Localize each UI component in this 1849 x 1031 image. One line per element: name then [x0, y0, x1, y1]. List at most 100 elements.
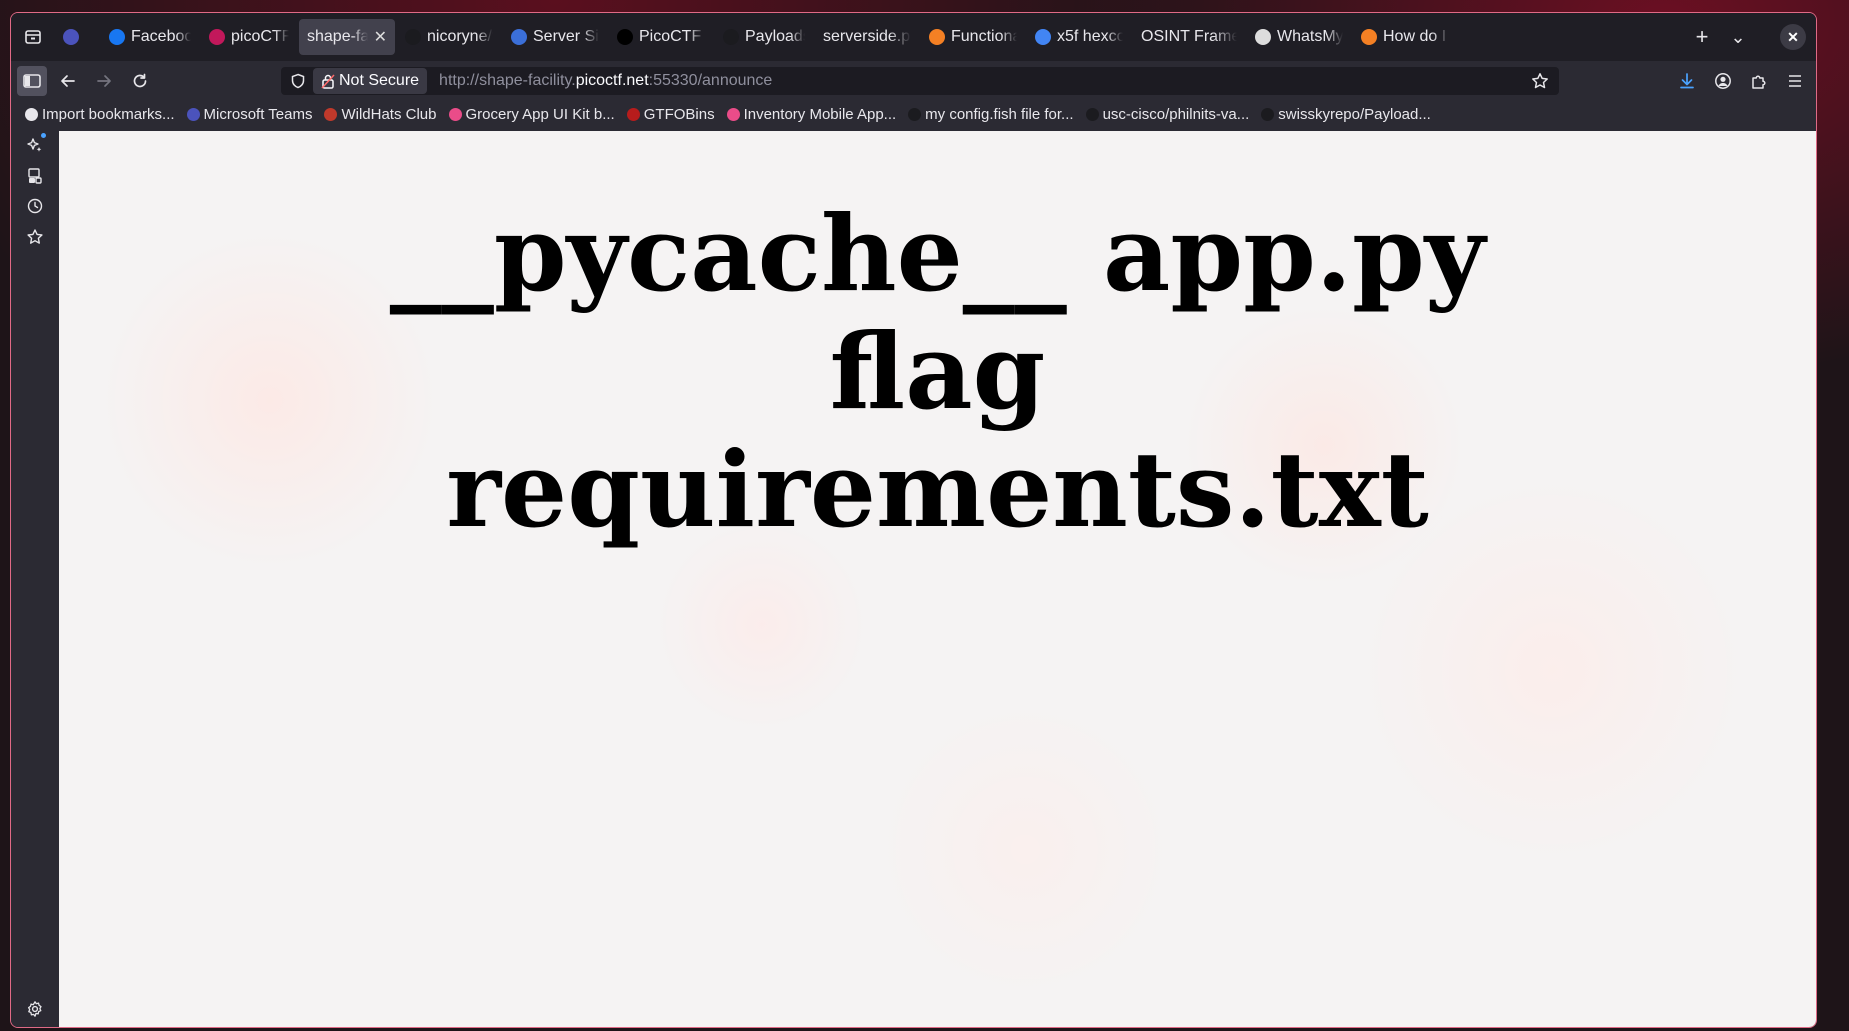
- bookmark-label: usc-cisco/philnits-va...: [1102, 105, 1250, 123]
- stackoverflow-icon: [929, 29, 945, 45]
- bookmark-label: Import bookmarks...: [42, 105, 175, 123]
- app-menu-button[interactable]: [1780, 66, 1810, 96]
- tab[interactable]: WhatsMyN: [1247, 19, 1351, 55]
- back-button[interactable]: [53, 66, 83, 96]
- new-tab-button[interactable]: +: [1684, 19, 1720, 55]
- url-prefix: http://shape-facility.: [439, 72, 576, 89]
- bookmark-item[interactable]: swisskyrepo/Payload...: [1261, 106, 1431, 123]
- url-text[interactable]: http://shape-facility.picoctf.net:55330/…: [439, 72, 772, 90]
- teams-icon: [186, 107, 200, 121]
- clock-icon: [26, 197, 44, 215]
- sidebar-toggle-button[interactable]: [17, 66, 47, 96]
- bookmark-item[interactable]: Microsoft Teams: [186, 106, 312, 123]
- whatsmyname-icon: [1255, 29, 1271, 45]
- tab[interactable]: OSINT Framew: [1133, 19, 1245, 55]
- tab[interactable]: How do I d: [1353, 19, 1457, 55]
- tab-title: Functional: [951, 28, 1017, 45]
- tab[interactable]: PicoCTF 20: [609, 19, 713, 55]
- url-suffix: :55330/announce: [648, 72, 773, 89]
- tab-active[interactable]: shape-facili ✕: [299, 19, 395, 55]
- github-icon: [908, 107, 922, 121]
- extensions-button[interactable]: [1744, 66, 1774, 96]
- bookmark-item[interactable]: WildHats Club: [324, 105, 437, 123]
- customize-sidebar-button[interactable]: [23, 997, 47, 1021]
- notification-dot: [41, 133, 46, 138]
- tab-strip: Facebook picoCTF - p shape-facili ✕ nicoryne…: [11, 13, 1816, 61]
- site-security-button[interactable]: Not Secure: [313, 68, 428, 94]
- tab[interactable]: x5f hexcod: [1027, 19, 1131, 55]
- dribbble-icon: [448, 107, 462, 121]
- downloads-button[interactable]: [1672, 66, 1702, 96]
- bookmark-item[interactable]: GTFOBins: [626, 106, 715, 123]
- picoctf-icon: [209, 29, 225, 45]
- tab[interactable]: Functional: [921, 19, 1025, 55]
- forward-arrow-icon: [96, 73, 112, 89]
- reload-button[interactable]: [125, 66, 155, 96]
- not-secure-label: Not Secure: [339, 72, 420, 89]
- dribbble-icon: [726, 107, 740, 121]
- tab[interactable]: nicoryne/fr: [397, 19, 501, 55]
- tab-close-button[interactable]: ✕: [374, 27, 387, 47]
- puzzle-piece-icon: [1750, 72, 1768, 90]
- bookmark-page-button[interactable]: [1529, 70, 1551, 92]
- teams-icon: [63, 29, 79, 45]
- tab[interactable]: picoCTF - p: [201, 19, 297, 55]
- tab-groups-icon: [24, 28, 42, 46]
- bookmark-item[interactable]: usc-cisco/philnits-va...: [1085, 105, 1250, 123]
- github-icon: [723, 29, 739, 45]
- github-icon: [405, 29, 421, 45]
- list-all-tabs-button[interactable]: ⌄: [1720, 19, 1756, 55]
- star-outline-icon: [26, 228, 44, 246]
- stackoverflow-icon: [1361, 29, 1377, 45]
- tab[interactable]: [55, 19, 99, 55]
- tab-title: PayloadsAl: [745, 28, 805, 45]
- wildhats-icon: [324, 107, 338, 121]
- import-icon: [25, 107, 38, 121]
- sparkle-icon: [26, 136, 44, 154]
- gear-icon: [26, 1000, 44, 1018]
- github-icon: [1085, 107, 1099, 121]
- history-button[interactable]: [23, 194, 47, 218]
- tab-groups-button[interactable]: [11, 19, 55, 55]
- bookmark-label: Inventory Mobile App...: [743, 105, 897, 123]
- bookmark-item[interactable]: Grocery App UI Kit b...: [448, 105, 615, 123]
- tab-title: Facebook: [131, 28, 191, 45]
- ai-chatbot-button[interactable]: [23, 133, 47, 157]
- bookmark-item[interactable]: my config.fish file for...: [908, 106, 1074, 123]
- page-heading: __pycache__ app.py flag requirements.txt: [389, 192, 1486, 551]
- bookmark-item[interactable]: Inventory Mobile App...: [726, 105, 897, 123]
- tab-title: nicoryne/fr: [427, 28, 493, 45]
- forward-button[interactable]: [89, 66, 119, 96]
- bookmark-item[interactable]: Import bookmarks...: [25, 106, 175, 123]
- tracking-protection-button[interactable]: [285, 68, 311, 94]
- tab-title: How do I d: [1383, 28, 1449, 45]
- tab-title: x5f hexcod: [1057, 28, 1123, 45]
- back-arrow-icon: [60, 73, 76, 89]
- tab-title: Server Side: [533, 28, 599, 45]
- sidebar: [11, 131, 58, 1027]
- tab[interactable]: serverside.pn: [815, 19, 919, 55]
- tab[interactable]: Facebook: [101, 19, 199, 55]
- synced-tabs-button[interactable]: [23, 164, 47, 188]
- url-bar[interactable]: Not Secure http://shape-facility.picoctf…: [281, 67, 1559, 95]
- tab-list: Facebook picoCTF - p shape-facili ✕ nicoryne…: [55, 13, 1684, 61]
- google-icon: [1035, 29, 1051, 45]
- tab[interactable]: Server Side: [503, 19, 607, 55]
- bookmark-label: WildHats Club: [341, 105, 437, 123]
- account-button[interactable]: [1708, 66, 1738, 96]
- tab[interactable]: PayloadsAl: [715, 19, 813, 55]
- reload-icon: [132, 73, 148, 89]
- bookmarks-toolbar: Import bookmarks... Microsoft Teams WildHa…: [11, 101, 1816, 127]
- bookmarks-sidebar-button[interactable]: [23, 225, 47, 249]
- tab-title: OSINT Framew: [1141, 28, 1237, 45]
- close-window-button[interactable]: ✕: [1780, 24, 1806, 50]
- browser-window: Facebook picoCTF - p shape-facili ✕ nicoryne…: [10, 12, 1817, 1028]
- github-icon: [1261, 107, 1275, 121]
- bookmark-label: Grocery App UI Kit b...: [465, 105, 615, 123]
- server-side-icon: [511, 29, 527, 45]
- shield-icon: [290, 73, 306, 89]
- sidebar-toggle-icon: [23, 73, 41, 89]
- page-content: __pycache__ app.py flag requirements.txt: [59, 131, 1816, 1027]
- tab-title: shape-facili: [307, 28, 368, 45]
- url-host: picoctf.net: [575, 72, 649, 89]
